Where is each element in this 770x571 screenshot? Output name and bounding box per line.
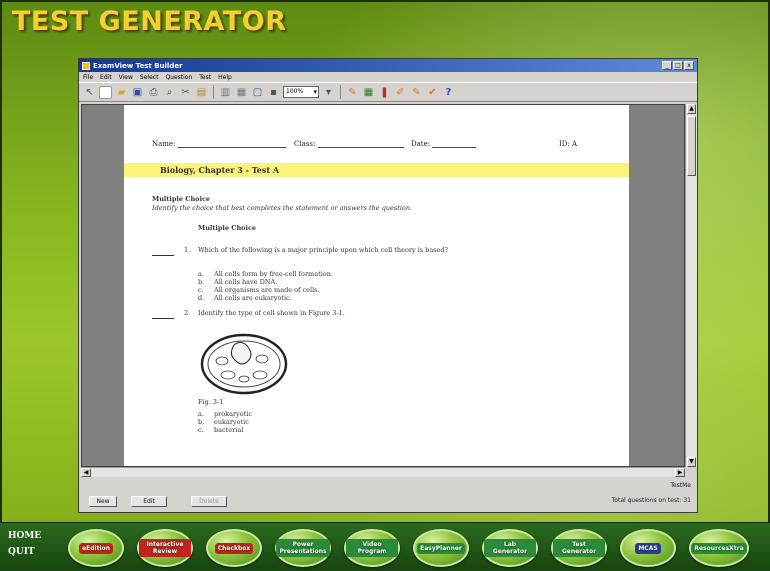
q2-choice-b: eukaryotic xyxy=(214,418,249,426)
answer-blank-2 xyxy=(152,318,174,319)
q2-choice-a-letter: a. xyxy=(198,410,204,418)
layout-icon[interactable]: ▪ xyxy=(267,86,280,99)
q2-choice-a: prokaryotic xyxy=(214,410,253,418)
vertical-scrollbar[interactable]: ▲ ▼ xyxy=(685,104,697,467)
q1-choice-d: All cells are eukaryotic. xyxy=(214,294,292,302)
question-count: Total questions on test: 31 xyxy=(611,497,691,504)
new-document-icon[interactable] xyxy=(99,85,112,99)
delete-button[interactable]: Delete xyxy=(191,496,227,507)
window-title: ExamView Test Builder xyxy=(93,61,183,70)
cell-figure xyxy=(200,333,288,395)
find-icon[interactable]: ⌕ xyxy=(163,86,176,99)
open-folder-icon[interactable]: ▰ xyxy=(115,86,128,99)
menu-file[interactable]: File xyxy=(83,74,93,81)
class-label: Class: xyxy=(294,140,316,148)
date-line xyxy=(432,141,477,148)
pointer-icon[interactable]: ↖ xyxy=(83,86,96,99)
title-band: Biology, Chapter 3 - Test A xyxy=(124,163,629,177)
home-button[interactable]: HOME xyxy=(8,531,41,541)
undo-icon[interactable]: ▥ xyxy=(219,86,232,99)
section-title: Multiple Choice xyxy=(152,195,211,203)
toolbar: ↖ ▰ ▣ ⎙ ⌕ ✂ ▤ ▥ ▦ ▢ ▪ 100% ▾ ✎ ▦ ❚ ✐ ✎ ✔… xyxy=(79,82,697,102)
menu-view[interactable]: View xyxy=(119,74,133,81)
edit-tool-icon[interactable]: ✐ xyxy=(394,86,407,99)
nav-video-program[interactable]: Video Program xyxy=(344,529,400,567)
test-page: Name: Class: Date: ID: A Biology, Chapte… xyxy=(124,105,629,466)
new-button[interactable]: New xyxy=(89,496,117,507)
bottom-navigation: HOME QUIT eEdition Interactive Review Ch… xyxy=(0,522,770,571)
scroll-thumb[interactable] xyxy=(687,116,696,176)
scroll-up-icon[interactable]: ▲ xyxy=(687,104,696,114)
maximize-button[interactable]: □ xyxy=(673,61,683,70)
menu-bar: File Edit View Select Question Test Help xyxy=(79,72,697,82)
nav-easyplanner[interactable]: EasyPlanner xyxy=(413,529,469,567)
scroll-right-icon[interactable]: ▶ xyxy=(675,468,685,477)
close-button[interactable]: x xyxy=(684,61,694,70)
id-label: ID: A xyxy=(559,140,578,148)
window-titlebar[interactable]: ExamView Test Builder _ □ x xyxy=(79,59,697,72)
nav-lab-generator[interactable]: Lab Generator xyxy=(482,529,538,567)
subsection-title: Multiple Choice xyxy=(198,224,257,232)
nav-eedition[interactable]: eEdition xyxy=(68,529,124,567)
nav-test-generator[interactable]: Test Generator xyxy=(551,529,607,567)
nav-power-presentations[interactable]: Power Presentations xyxy=(275,529,331,567)
q1-choice-b-letter: b. xyxy=(198,278,205,286)
help-icon[interactable]: ? xyxy=(442,86,455,99)
q1-choice-a-letter: a. xyxy=(198,270,204,278)
q2-number: 2. xyxy=(184,309,191,317)
nav-mcas[interactable]: MCAS xyxy=(620,529,676,567)
cut-icon[interactable]: ✂ xyxy=(179,86,192,99)
question-icon[interactable]: ✎ xyxy=(346,86,359,99)
menu-edit[interactable]: Edit xyxy=(100,74,112,81)
instructions: Identify the choice that best completes … xyxy=(152,204,413,212)
paste-icon[interactable]: ▤ xyxy=(195,86,208,99)
page-view-icon[interactable]: ▢ xyxy=(251,86,264,99)
redo-icon[interactable]: ▦ xyxy=(235,86,248,99)
zoom-select[interactable]: 100% xyxy=(283,86,319,98)
print-icon[interactable]: ⎙ xyxy=(147,86,160,99)
menu-select[interactable]: Select xyxy=(140,74,159,81)
check-icon[interactable]: ✔ xyxy=(426,86,439,99)
name-label: Name: xyxy=(152,140,176,148)
q1-choice-b: All cells have DNA. xyxy=(214,278,278,286)
document-view[interactable]: Name: Class: Date: ID: A Biology, Chapte… xyxy=(81,104,685,467)
minimize-button[interactable]: _ xyxy=(662,61,672,70)
q1-number: 1. xyxy=(184,246,191,254)
books-icon[interactable]: ❚ xyxy=(378,86,391,99)
nav-resourcesxtra[interactable]: ResourcesXtra xyxy=(689,529,749,567)
q1-choice-c-letter: c. xyxy=(198,286,204,294)
nav-interactive-review[interactable]: Interactive Review xyxy=(137,529,193,567)
q1-choice-c: All organisms are made of cells. xyxy=(214,286,320,294)
q2-choice-c: bacterial xyxy=(214,426,244,434)
class-line xyxy=(317,141,404,148)
zoom-icon[interactable]: ▾ xyxy=(322,86,335,99)
nav-checkbox[interactable]: Checkbox xyxy=(206,529,262,567)
quit-button[interactable]: QUIT xyxy=(8,547,35,557)
name-line xyxy=(177,141,286,148)
marker-icon[interactable]: ✎ xyxy=(410,86,423,99)
status-mode: TestMe xyxy=(670,482,691,489)
q2-choice-c-letter: c. xyxy=(198,426,204,434)
grid-icon[interactable]: ▦ xyxy=(362,86,375,99)
menu-help[interactable]: Help xyxy=(218,74,232,81)
answer-blank-1 xyxy=(152,255,174,256)
app-title: TEST GENERATOR xyxy=(12,6,287,37)
q2-choice-b-letter: b. xyxy=(198,418,205,426)
scroll-down-icon[interactable]: ▼ xyxy=(687,457,696,467)
q2-text: Identify the type of cell shown in Figur… xyxy=(198,309,345,317)
scroll-left-icon[interactable]: ◀ xyxy=(81,468,91,477)
examview-window: ExamView Test Builder _ □ x File Edit Vi… xyxy=(78,58,698,513)
q1-choice-d-letter: d. xyxy=(198,294,205,302)
app-icon xyxy=(82,61,90,70)
test-title: Biology, Chapter 3 - Test A xyxy=(160,165,280,175)
date-label: Date: xyxy=(411,140,431,148)
save-icon[interactable]: ▣ xyxy=(131,86,144,99)
menu-question[interactable]: Question xyxy=(165,74,192,81)
menu-test[interactable]: Test xyxy=(199,74,211,81)
q1-choice-a: All cells form by free-cell formation. xyxy=(214,270,333,278)
edit-button[interactable]: Edit xyxy=(131,496,167,507)
q1-text: Which of the following is a major princi… xyxy=(198,246,449,254)
figure-caption: Fig. 3-1 xyxy=(198,398,224,406)
horizontal-scrollbar[interactable]: ◀ ▶ xyxy=(81,467,685,477)
